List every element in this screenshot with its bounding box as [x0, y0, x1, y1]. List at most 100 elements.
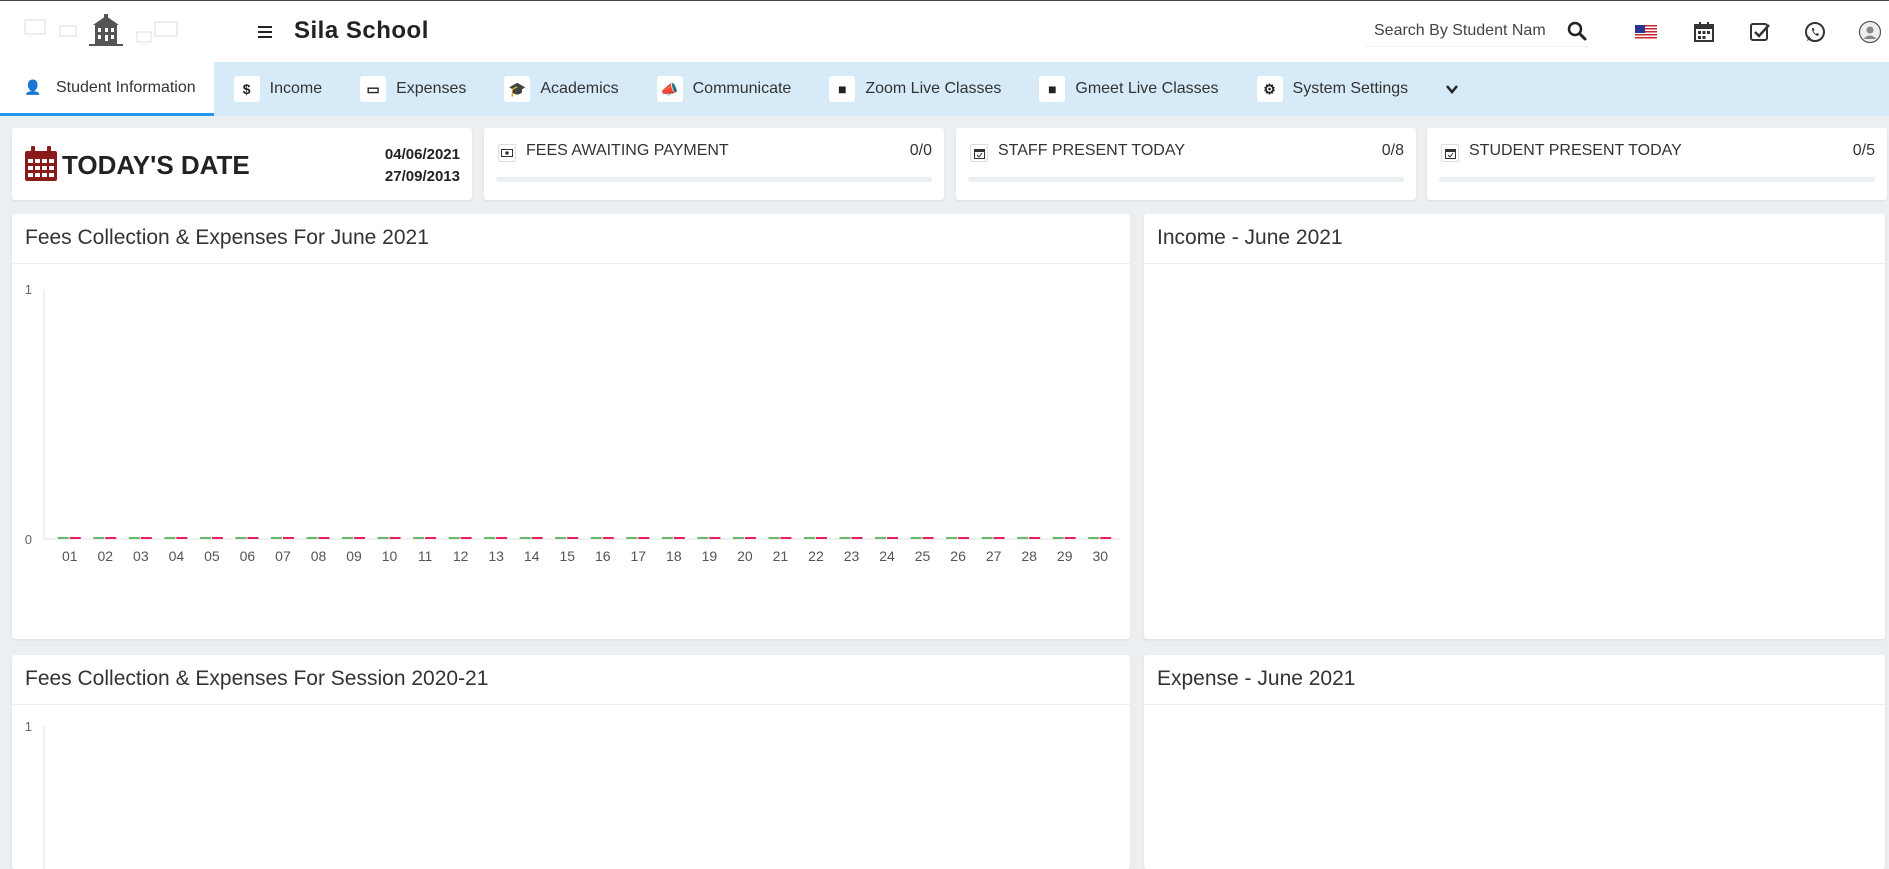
x-tick-label: 18 — [666, 548, 682, 564]
x-tick-label: 30 — [1092, 548, 1108, 564]
bar-collection — [519, 537, 531, 539]
todays-date-title: TODAY'S DATE — [62, 150, 250, 180]
x-tick-label: 27 — [986, 548, 1002, 564]
bar-expense — [993, 537, 1005, 539]
more-menu-button[interactable] — [1426, 62, 1478, 116]
x-tick-label: 12 — [453, 548, 469, 564]
nav-item-system-settings[interactable]: ⚙ System Settings — [1237, 62, 1427, 116]
staff-present-card[interactable]: STAFF PRESENT TODAY 0/8 — [956, 128, 1416, 200]
main-navigation: 👤 Student Information $ Income ▭ Expenses 🎓 Aca… — [0, 62, 1889, 116]
bar-expense — [105, 537, 117, 539]
bar-collection — [270, 537, 282, 539]
calendar-check-icon — [970, 144, 988, 162]
user-avatar-icon[interactable] — [1858, 20, 1882, 44]
bar-expense — [282, 537, 294, 539]
x-tick-label: 11 — [418, 548, 433, 564]
bar-collection — [448, 537, 460, 539]
video-icon: ■ — [829, 76, 856, 102]
x-tick-label: 09 — [346, 548, 362, 564]
bar-collection — [981, 537, 993, 539]
x-tick-label: 19 — [702, 548, 718, 564]
panel-title: Income - June 2021 — [1144, 214, 1885, 264]
fees-session-chart-panel: Fees Collection & Expenses For Session 2… — [12, 655, 1130, 869]
search-icon[interactable] — [1566, 20, 1588, 42]
x-tick-label: 07 — [275, 548, 291, 564]
nav-item-communicate[interactable]: 📣 Communicate — [637, 62, 810, 116]
bar-expense — [958, 537, 970, 539]
bar-expense — [389, 537, 401, 539]
calendar-icon[interactable] — [1692, 20, 1716, 44]
bar-expense — [354, 537, 366, 539]
x-tick-label: 03 — [133, 548, 149, 564]
fees-awaiting-payment-card[interactable]: FEES AWAITING PAYMENT 0/0 — [484, 128, 944, 200]
chevron-down-icon — [1446, 85, 1459, 94]
top-header: Sila School — [0, 0, 1889, 62]
bar-expense — [851, 537, 863, 539]
panel-title: Fees Collection & Expenses For Session 2… — [12, 655, 1130, 705]
nav-item-label: Zoom Live Classes — [865, 80, 1002, 97]
bar-collection — [839, 537, 851, 539]
whatsapp-icon[interactable] — [1803, 20, 1827, 44]
bar-expense — [425, 537, 437, 539]
bar-collection — [697, 537, 709, 539]
stat-value: 0/8 — [1381, 142, 1404, 159]
menu-toggle-button[interactable] — [254, 21, 276, 43]
bar-expense — [496, 537, 508, 539]
bar-collection — [342, 537, 354, 539]
nav-item-expenses[interactable]: ▭ Expenses — [340, 62, 484, 116]
us-flag-icon[interactable] — [1634, 20, 1658, 44]
bar-collection — [377, 537, 389, 539]
task-check-icon[interactable] — [1748, 20, 1772, 44]
stat-label: STUDENT PRESENT TODAY — [1469, 142, 1682, 159]
bar-collection — [875, 537, 887, 539]
calendar-check-icon — [1441, 144, 1459, 162]
student-present-card[interactable]: STUDENT PRESENT TODAY 0/5 — [1427, 128, 1887, 200]
bar-expense — [638, 537, 650, 539]
bar-expense — [1029, 537, 1041, 539]
nav-item-label: Expenses — [396, 80, 467, 97]
x-tick-label: 17 — [631, 548, 647, 564]
bar-collection — [413, 537, 425, 539]
x-tick-label: 14 — [524, 548, 540, 564]
cogs-icon: ⚙ — [1256, 76, 1283, 102]
fees-month-chart-panel: Fees Collection & Expenses For June 2021… — [12, 214, 1130, 639]
nav-item-academics[interactable]: 🎓 Academics — [484, 62, 636, 116]
bar-collection — [306, 537, 318, 539]
bar-collection — [555, 537, 567, 539]
bar-collection — [93, 537, 105, 539]
bar-expense — [1064, 537, 1076, 539]
bullhorn-icon: 📣 — [656, 76, 683, 102]
bar-expense — [460, 537, 472, 539]
fees-month-chart: 0101 02 03 04 05 06 07 08 09 10 11 12 13 14 15 16 17 18 19… — [25, 282, 1120, 564]
bar-collection — [768, 537, 780, 539]
bar-expense — [815, 537, 827, 539]
bar-collection — [199, 537, 211, 539]
nav-item-student-information[interactable]: 👤 Student Information — [0, 62, 214, 116]
nav-item-income[interactable]: $ Income — [214, 62, 340, 116]
credit-card-icon: ▭ — [360, 76, 387, 102]
current-date: 04/06/2021 — [384, 146, 460, 163]
hamburger-icon-line — [258, 36, 272, 38]
bar-collection — [57, 537, 69, 539]
stat-value: 0/0 — [909, 142, 932, 159]
nav-item-zoom-live-classes[interactable]: ■ Zoom Live Classes — [809, 62, 1019, 116]
nav-item-label: System Settings — [1292, 80, 1409, 97]
x-tick-label: 29 — [1057, 548, 1073, 564]
progress-bar — [1439, 177, 1875, 182]
user-plus-icon: 👤 — [24, 79, 42, 95]
x-tick-label: 20 — [737, 548, 753, 564]
bar-expense — [709, 537, 721, 539]
nav-item-gmeet-live-classes[interactable]: ■ Gmeet Live Classes — [1019, 62, 1236, 116]
panel-title: Fees Collection & Expenses For June 2021 — [12, 214, 1130, 264]
graduation-cap-icon: 🎓 — [504, 76, 531, 102]
bar-collection — [484, 537, 496, 539]
hamburger-icon-line — [258, 31, 272, 33]
search-input[interactable] — [1366, 16, 1546, 45]
x-tick-label: 13 — [488, 548, 504, 564]
school-name: Sila School — [294, 17, 429, 44]
bar-collection — [128, 537, 140, 539]
bar-expense — [602, 537, 614, 539]
school-logo[interactable] — [0, 2, 210, 62]
x-tick-label: 15 — [559, 548, 575, 564]
school-building-icon — [24, 13, 178, 46]
